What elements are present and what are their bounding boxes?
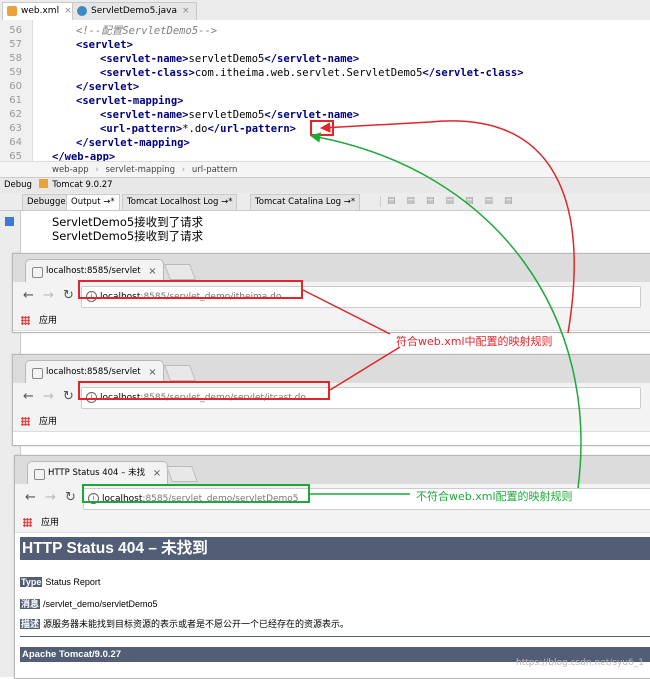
green-arrow <box>309 132 582 489</box>
annotation-arrows <box>302 120 582 495</box>
red-arrow <box>302 289 391 335</box>
red-arrow <box>329 346 401 391</box>
red-arrow <box>319 120 575 334</box>
